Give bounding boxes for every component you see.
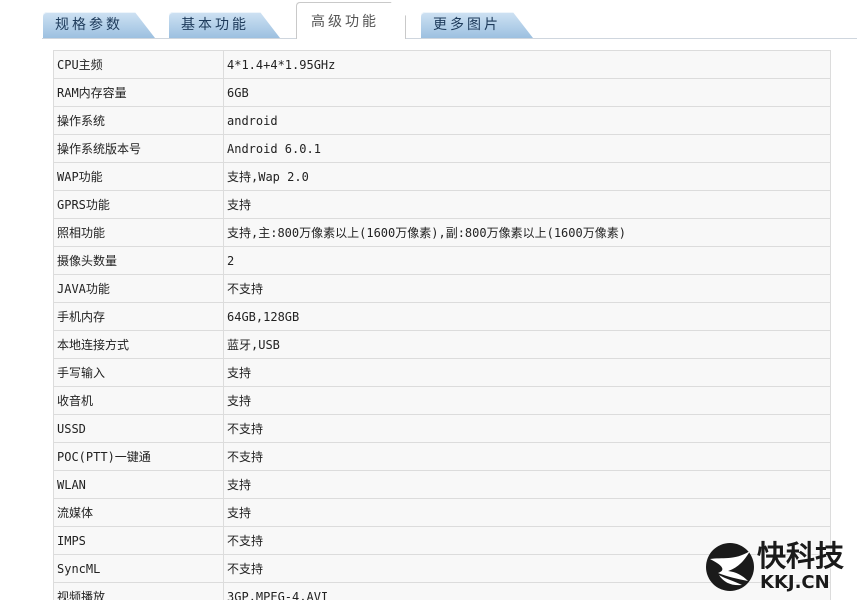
spec-row: 手写输入 支持 bbox=[53, 358, 831, 387]
spec-label: 操作系统版本号 bbox=[53, 134, 224, 163]
tab-more-pictures[interactable]: 更多图片 bbox=[421, 12, 533, 38]
spec-label: 收音机 bbox=[53, 386, 224, 415]
spec-label: 流媒体 bbox=[53, 498, 224, 527]
spec-row: WLAN 支持 bbox=[53, 470, 831, 499]
spec-label: 手写输入 bbox=[53, 358, 224, 387]
spec-row: JAVA功能 不支持 bbox=[53, 274, 831, 303]
spec-value: 支持 bbox=[223, 358, 831, 387]
spec-row: USSD 不支持 bbox=[53, 414, 831, 443]
spec-row: 照相功能 支持,主:800万像素以上(1600万像素),副:800万像素以上(16… bbox=[53, 218, 831, 247]
spec-value: 2 bbox=[223, 246, 831, 275]
spec-value: Android 6.0.1 bbox=[223, 134, 831, 163]
spec-value: 不支持 bbox=[223, 442, 831, 471]
spec-value: android bbox=[223, 106, 831, 135]
watermark: 快科技 KKJ.CN bbox=[700, 539, 852, 595]
spec-label: 本地连接方式 bbox=[53, 330, 224, 359]
spec-label: WLAN bbox=[53, 470, 224, 499]
spec-label: RAM内存容量 bbox=[53, 78, 224, 107]
spec-label: 手机内存 bbox=[53, 302, 224, 331]
spec-value: 支持 bbox=[223, 386, 831, 415]
spec-row: CPU主频 4*1.4+4*1.95GHz bbox=[53, 50, 831, 79]
spec-row: 手机内存 64GB,128GB bbox=[53, 302, 831, 331]
spec-label: 操作系统 bbox=[53, 106, 224, 135]
spec-row: POC(PTT)一键通 不支持 bbox=[53, 442, 831, 471]
spec-row: WAP功能 支持,Wap 2.0 bbox=[53, 162, 831, 191]
watermark-name: 快科技 bbox=[757, 539, 845, 573]
spec-table: CPU主频 4*1.4+4*1.95GHz RAM内存容量 6GB 操作系统 androi… bbox=[53, 50, 831, 600]
spec-value: 支持 bbox=[223, 470, 831, 499]
spec-label: 照相功能 bbox=[53, 218, 224, 247]
spec-value: 6GB bbox=[223, 78, 831, 107]
spec-label: JAVA功能 bbox=[53, 274, 224, 303]
tab-bar: 规格参数 基本功能 更多图片 高级功能 bbox=[0, 0, 857, 40]
tab-advanced-features[interactable]: 高级功能 bbox=[296, 2, 406, 39]
spec-label: SyncML bbox=[53, 554, 224, 583]
spec-value: 64GB,128GB bbox=[223, 302, 831, 331]
spec-row: RAM内存容量 6GB bbox=[53, 78, 831, 107]
spec-value: 支持,Wap 2.0 bbox=[223, 162, 831, 191]
spec-row: 操作系统 android bbox=[53, 106, 831, 135]
spec-value: 支持 bbox=[223, 498, 831, 527]
spec-value: 支持 bbox=[223, 190, 831, 219]
spec-label: POC(PTT)一键通 bbox=[53, 442, 224, 471]
tab-basic-features[interactable]: 基本功能 bbox=[169, 12, 280, 38]
watermark-domain: KKJ.CN bbox=[760, 572, 830, 593]
spec-value: 不支持 bbox=[223, 274, 831, 303]
spec-row: GPRS功能 支持 bbox=[53, 190, 831, 219]
tab-specifications[interactable]: 规格参数 bbox=[43, 12, 155, 38]
spec-label: 视频播放 bbox=[53, 582, 224, 600]
spec-row: 流媒体 支持 bbox=[53, 498, 831, 527]
spec-label: IMPS bbox=[53, 526, 224, 555]
spec-label: GPRS功能 bbox=[53, 190, 224, 219]
spec-value: 不支持 bbox=[223, 414, 831, 443]
tab-bar-divider bbox=[42, 38, 857, 39]
spec-label: CPU主频 bbox=[53, 50, 224, 79]
swallow-logo-icon bbox=[706, 543, 754, 591]
spec-value: 4*1.4+4*1.95GHz bbox=[223, 50, 831, 79]
spec-page: 规格参数 基本功能 更多图片 高级功能 CPU主频 4*1.4+4*1.95GHz… bbox=[0, 0, 857, 600]
spec-label: 摄像头数量 bbox=[53, 246, 224, 275]
spec-row: 摄像头数量 2 bbox=[53, 246, 831, 275]
spec-row: 收音机 支持 bbox=[53, 386, 831, 415]
spec-row: 本地连接方式 蓝牙,USB bbox=[53, 330, 831, 359]
spec-row: 操作系统版本号 Android 6.0.1 bbox=[53, 134, 831, 163]
spec-label: WAP功能 bbox=[53, 162, 224, 191]
spec-label: USSD bbox=[53, 414, 224, 443]
spec-value: 支持,主:800万像素以上(1600万像素),副:800万像素以上(1600万像… bbox=[223, 218, 831, 247]
spec-value: 蓝牙,USB bbox=[223, 330, 831, 359]
